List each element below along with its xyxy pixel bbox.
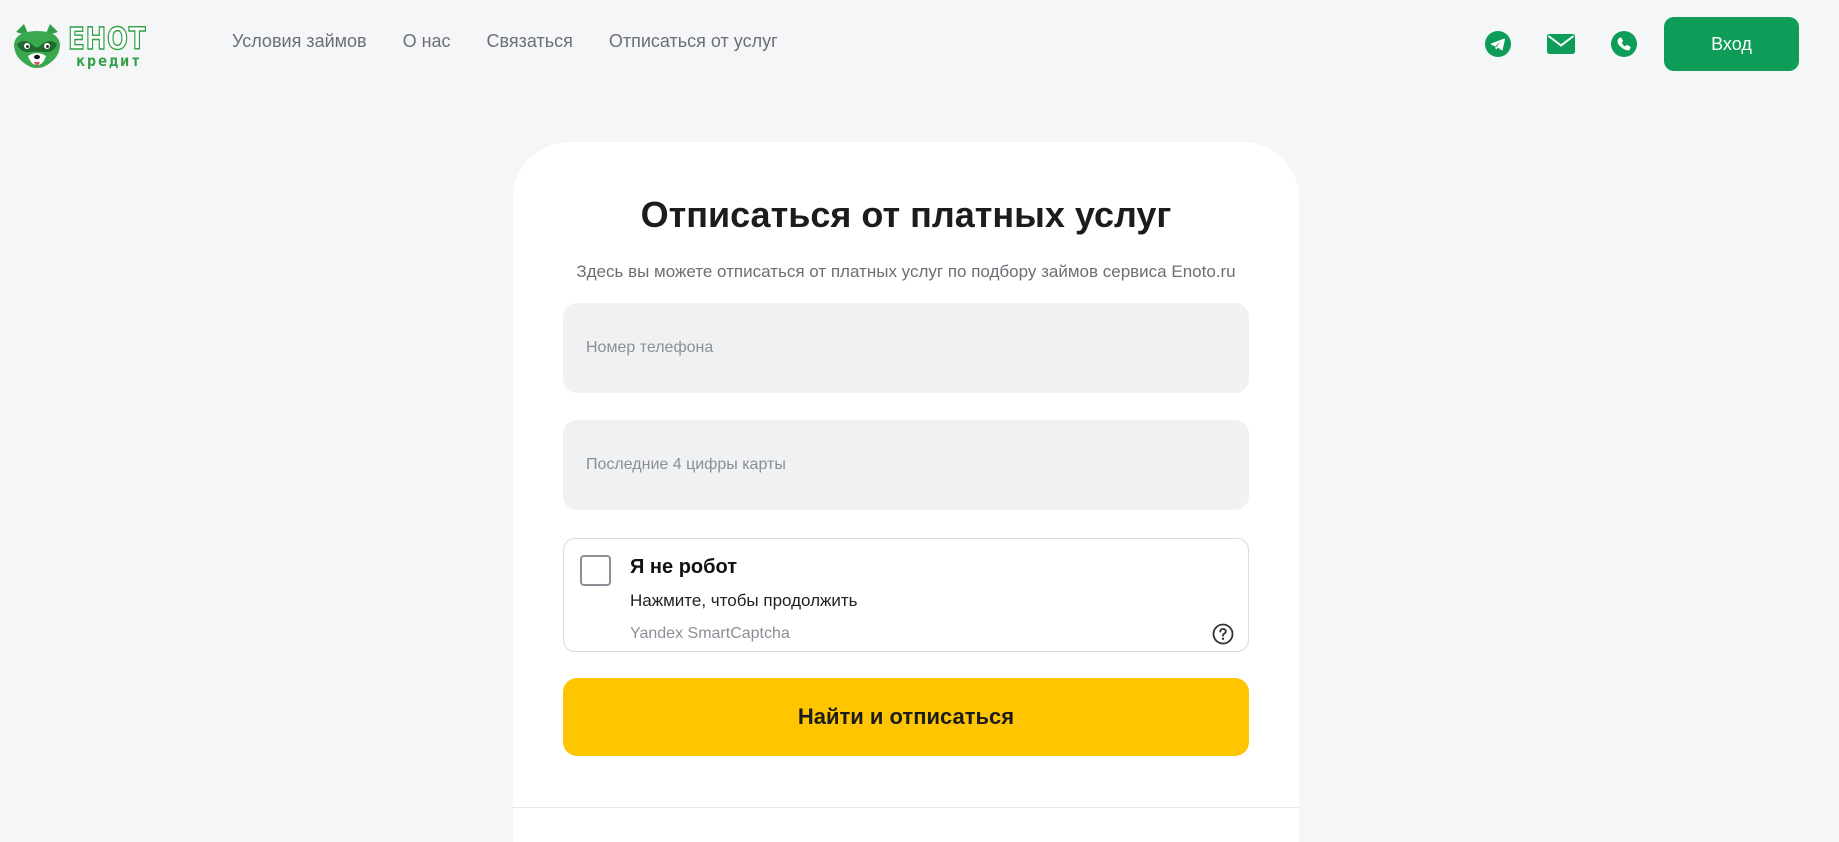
contact-icons xyxy=(1483,29,1639,59)
nav-link-contact[interactable]: Связаться xyxy=(487,31,573,52)
help-icon[interactable] xyxy=(1212,623,1234,645)
captcha-checkbox[interactable] xyxy=(580,555,611,586)
find-and-unsubscribe-button[interactable]: Найти и отписаться xyxy=(563,678,1249,756)
nav-link-unsubscribe[interactable]: Отписаться от услуг xyxy=(609,31,778,52)
phone-input[interactable] xyxy=(563,303,1249,393)
phone-icon[interactable] xyxy=(1609,29,1639,59)
nav-link-about[interactable]: О нас xyxy=(403,31,451,52)
unsubscribe-card: Отписаться от платных услуг Здесь вы мож… xyxy=(513,142,1299,842)
captcha-hint: Нажмите, чтобы продолжить xyxy=(630,591,858,610)
nav-link-loan-terms[interactable]: Условия займов xyxy=(232,31,367,52)
logo[interactable]: ЕНОТ кредит xyxy=(10,22,155,72)
main-nav: Условия займов О нас Связаться Отписатьс… xyxy=(232,31,814,52)
raccoon-logo-icon xyxy=(14,24,60,68)
logo-word: ЕНОТ xyxy=(67,22,147,57)
telegram-icon[interactable] xyxy=(1483,29,1513,59)
login-button[interactable]: Вход xyxy=(1664,17,1799,71)
captcha-label: Я не робот xyxy=(630,556,737,578)
logo-text: ЕНОТ кредит xyxy=(67,22,164,69)
captcha-widget: Я не робот Нажмите, чтобы продолжить Yan… xyxy=(563,538,1249,652)
site-header: ЕНОТ кредит Условия займов О нас Связать… xyxy=(0,0,1839,86)
captcha-brand: Yandex SmartCaptcha xyxy=(630,625,790,642)
page-title: Отписаться от платных услуг xyxy=(640,194,1172,235)
page-subtitle: Здесь вы можете отписаться от платных ус… xyxy=(576,262,1236,281)
card-digits-input[interactable] xyxy=(563,420,1249,510)
mail-icon[interactable] xyxy=(1546,29,1576,59)
divider xyxy=(513,807,1299,808)
